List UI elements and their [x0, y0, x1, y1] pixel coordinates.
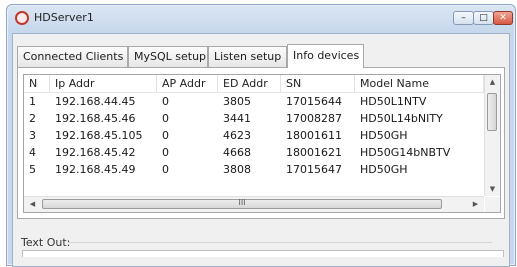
column-header-ip-addr[interactable]: Ip Addr	[50, 75, 157, 92]
tab-info-devices[interactable]: Info devices	[287, 44, 364, 68]
table-row[interactable]: 5 192.168.45.49 0 3808 17015647 HD50GH	[24, 161, 484, 178]
cell-model-name: HD50GH	[360, 129, 408, 142]
column-header-ap-addr[interactable]: AP Addr	[157, 75, 218, 92]
cell-ip-addr: 192.168.45.105	[55, 129, 143, 142]
minimize-icon: –	[461, 13, 466, 23]
cell-model-name: HD50GH	[360, 163, 408, 176]
column-header-model-name[interactable]: Model Name	[355, 75, 484, 92]
cell-model-name: HD50L14bNITY	[360, 112, 443, 125]
close-icon: ✕	[499, 13, 507, 23]
vertical-scroll-thumb[interactable]	[487, 93, 497, 131]
table-row[interactable]: 2 192.168.45.46 0 3441 17008287 HD50L14b…	[24, 110, 484, 127]
cell-ip-addr: 192.168.45.49	[55, 163, 136, 176]
cell-sn: 18001621	[286, 146, 342, 159]
scrollbar-corner	[485, 197, 500, 212]
cell-model-name: HD50G14bNBTV	[360, 146, 451, 159]
cell-n: 4	[29, 146, 36, 159]
column-header-n[interactable]: N	[24, 75, 50, 92]
minimize-button[interactable]: –	[453, 11, 474, 25]
cell-ed-addr: 4623	[223, 129, 251, 142]
table-row[interactable]: 4 192.168.45.42 0 4668 18001621 HD50G14b…	[24, 144, 484, 161]
grip-icon: III	[238, 198, 246, 207]
scroll-left-icon[interactable]: ◀	[25, 199, 40, 209]
text-out-field[interactable]	[22, 250, 504, 257]
column-header-ed-addr[interactable]: ED Addr	[218, 75, 281, 92]
cell-ed-addr: 3441	[223, 112, 251, 125]
horizontal-scroll-thumb[interactable]: III	[42, 199, 442, 209]
text-out-divider	[68, 242, 492, 243]
close-button[interactable]: ✕	[493, 11, 513, 25]
cell-ed-addr: 4668	[223, 146, 251, 159]
cell-sn: 17015647	[286, 163, 342, 176]
vertical-scrollbar[interactable]: ▲ ▼	[484, 75, 500, 196]
cell-ip-addr: 192.168.45.42	[55, 146, 136, 159]
cell-n: 1	[29, 95, 36, 108]
table-row[interactable]: 1 192.168.44.45 0 3805 17015644 HD50L1NT…	[24, 93, 484, 110]
maximize-button[interactable]: □	[473, 11, 494, 25]
cell-ip-addr: 192.168.45.46	[55, 112, 136, 125]
cell-ip-addr: 192.168.44.45	[55, 95, 136, 108]
scroll-up-icon[interactable]: ▲	[485, 77, 500, 87]
maximize-icon: □	[479, 13, 488, 23]
cell-model-name: HD50L1NTV	[360, 95, 427, 108]
title-bar[interactable]: HDServer1 – □ ✕	[7, 5, 515, 33]
text-out-label: Text Out:	[21, 236, 71, 249]
window-title: HDServer1	[34, 11, 94, 24]
scroll-right-icon[interactable]: ▶	[468, 199, 483, 209]
table-row[interactable]: 3 192.168.45.105 0 4623 18001611 HD50GH	[24, 127, 484, 144]
list-header: N Ip Addr AP Addr ED Addr SN Model Name	[24, 75, 484, 93]
app-window: HDServer1 – □ ✕ Connected Clients MySQL …	[6, 4, 516, 267]
column-header-sn[interactable]: SN	[281, 75, 355, 92]
cell-ap-addr: 0	[162, 163, 169, 176]
info-devices-panel: N Ip Addr AP Addr ED Addr SN Model Name …	[17, 67, 505, 219]
cell-ap-addr: 0	[162, 95, 169, 108]
tab-listen-setup[interactable]: Listen setup	[208, 46, 287, 67]
scroll-down-icon[interactable]: ▼	[485, 184, 500, 194]
cell-n: 3	[29, 129, 36, 142]
devices-list[interactable]: N Ip Addr AP Addr ED Addr SN Model Name …	[23, 74, 501, 213]
cell-ap-addr: 0	[162, 129, 169, 142]
cell-ap-addr: 0	[162, 112, 169, 125]
cell-n: 2	[29, 112, 36, 125]
cell-sn: 17015644	[286, 95, 342, 108]
cell-sn: 17008287	[286, 112, 342, 125]
client-area: Connected Clients MySQL setup Listen set…	[12, 33, 510, 267]
horizontal-scrollbar[interactable]: ◀ III ▶	[24, 196, 484, 212]
tab-mysql-setup[interactable]: MySQL setup	[128, 46, 208, 67]
cell-ed-addr: 3808	[223, 163, 251, 176]
cell-n: 5	[29, 163, 36, 176]
cell-ap-addr: 0	[162, 146, 169, 159]
cell-sn: 18001611	[286, 129, 342, 142]
app-icon	[15, 11, 29, 25]
cell-ed-addr: 3805	[223, 95, 251, 108]
tab-connected-clients[interactable]: Connected Clients	[17, 46, 128, 67]
